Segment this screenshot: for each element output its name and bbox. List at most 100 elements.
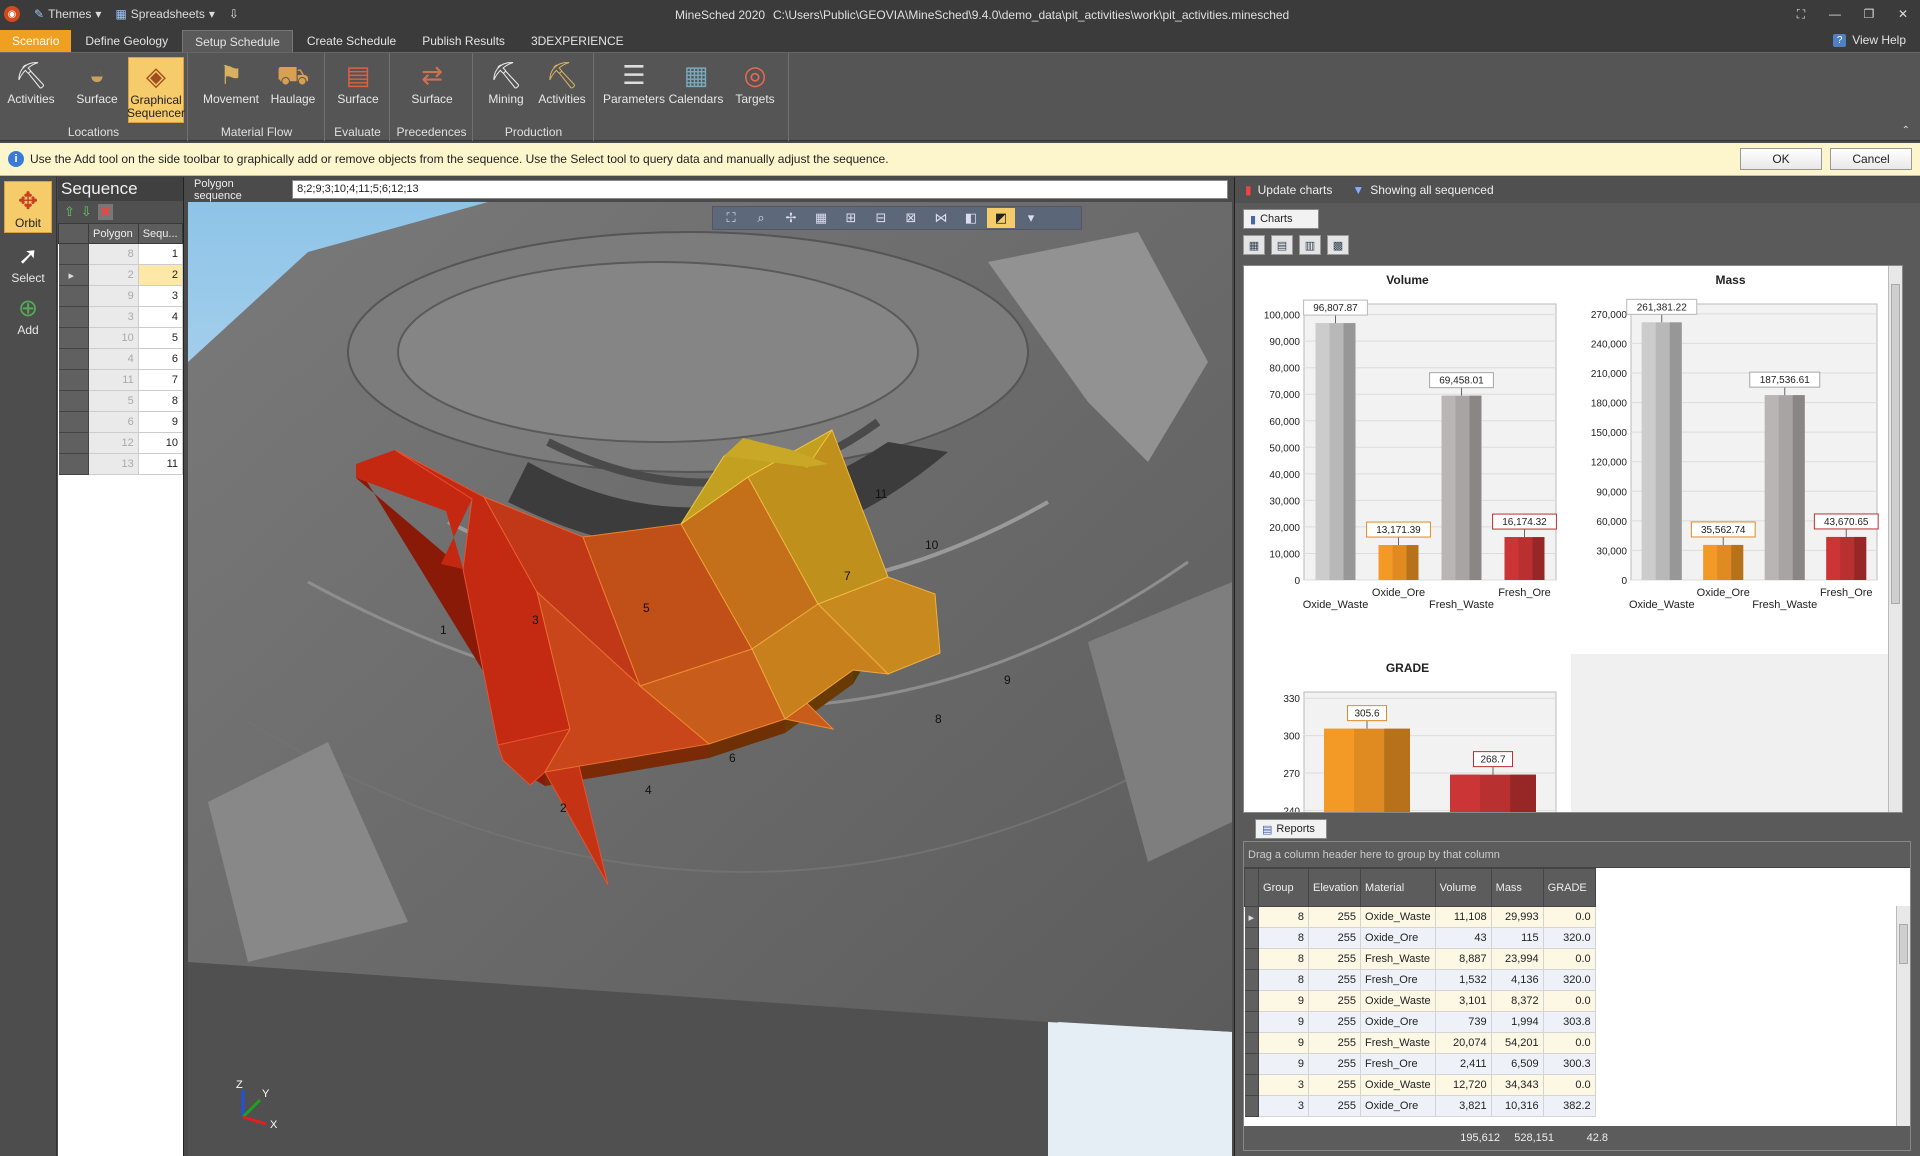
- report-cell-material[interactable]: Oxide_Ore: [1360, 1011, 1436, 1033]
- report-cell-elevation[interactable]: 255: [1308, 927, 1362, 949]
- report-cell-elevation[interactable]: 255: [1308, 948, 1362, 970]
- report-cell-volume[interactable]: 1,532: [1435, 969, 1492, 991]
- layout-grid-3-icon[interactable]: ▤: [1271, 235, 1293, 255]
- sequence-row[interactable]: 58: [58, 390, 184, 412]
- view-front-icon[interactable]: ⊟: [867, 208, 895, 228]
- report-row[interactable]: 9 255 Fresh_Waste 20,074 54,201 0.0: [1244, 1032, 1596, 1054]
- showing-filter-button[interactable]: ▼ Showing all sequenced: [1342, 183, 1503, 197]
- move-up-icon[interactable]: ⇧: [64, 204, 75, 220]
- view-side-icon[interactable]: ⊠: [897, 208, 925, 228]
- tab-3dexperience[interactable]: 3DEXPERIENCE: [519, 30, 636, 52]
- shaded-icon[interactable]: ◩: [987, 208, 1015, 228]
- row-selector[interactable]: [58, 327, 89, 349]
- report-row[interactable]: 8 255 Fresh_Ore 1,532 4,136 320.0: [1244, 969, 1596, 991]
- select-tool[interactable]: ➚ Select: [4, 235, 52, 287]
- section-icon[interactable]: ⋈: [927, 208, 955, 228]
- report-cell-elevation[interactable]: 255: [1308, 1011, 1362, 1033]
- sequence-row[interactable]: 11 7: [58, 369, 184, 391]
- sequence-cell[interactable]: 8: [138, 390, 184, 412]
- col-grade[interactable]: GRADE: [1542, 868, 1596, 907]
- report-row[interactable]: 8 255 Fresh_Waste 8,887 23,994 0.0: [1244, 948, 1596, 970]
- 3d-viewport[interactable]: 1 2 3 4 5 6 7 8 9 10 11 Z Y X ⛶ ⌕ ✢ ▦ ⊞ …: [188, 202, 1232, 1156]
- charts-scrollbar[interactable]: [1888, 266, 1902, 812]
- report-cell-volume[interactable]: 2,411: [1435, 1053, 1492, 1075]
- row-selector[interactable]: [1244, 927, 1260, 949]
- graphical-sequencer-button[interactable]: ◈ Graphical Sequencer: [127, 57, 185, 123]
- polygon-cell[interactable]: 5: [88, 390, 139, 412]
- row-selector[interactable]: ▸: [58, 264, 89, 286]
- report-cell-mass[interactable]: 10,316: [1491, 1095, 1544, 1117]
- targets-button[interactable]: ◎ Targets: [727, 57, 783, 123]
- sequence-row[interactable]: ▸ 2 2: [58, 264, 184, 286]
- polygon-sequence-input[interactable]: 8;2;9;3;10;4;11;5;6;12;13: [292, 180, 1228, 199]
- layers-icon[interactable]: ▦: [807, 208, 835, 228]
- tab-reports[interactable]: ▤ Reports: [1255, 819, 1327, 839]
- report-cell-grade[interactable]: 320.0: [1543, 927, 1596, 949]
- activities-button[interactable]: ⛏ Activities: [4, 57, 58, 123]
- tab-charts[interactable]: ▮ Charts: [1243, 209, 1319, 229]
- display-options-icon[interactable]: ▾: [1017, 208, 1045, 228]
- calendars-button[interactable]: ▦ Calendars: [667, 57, 725, 123]
- layout-grid-2x2-icon[interactable]: ▦: [1243, 235, 1265, 255]
- sequence-row[interactable]: 13 11: [58, 453, 184, 475]
- row-selector[interactable]: [1244, 1032, 1260, 1054]
- add-tool[interactable]: ⊕ Add: [4, 287, 52, 339]
- view-help-link[interactable]: ? View Help: [1833, 33, 1906, 47]
- report-cell-volume[interactable]: 11,108: [1435, 906, 1492, 928]
- report-cell-material[interactable]: Fresh_Ore: [1360, 969, 1436, 991]
- update-charts-button[interactable]: ▮ Update charts: [1235, 183, 1342, 197]
- report-cell-mass[interactable]: 29,993: [1491, 906, 1544, 928]
- row-selector[interactable]: [1244, 990, 1260, 1012]
- row-selector[interactable]: [58, 411, 89, 433]
- col-sequence[interactable]: Sequ...: [137, 223, 184, 244]
- report-cell-material[interactable]: Fresh_Ore: [1360, 1053, 1436, 1075]
- report-scroll-thumb[interactable]: [1899, 924, 1908, 964]
- report-cell-elevation[interactable]: 255: [1308, 1053, 1362, 1075]
- report-cell-volume[interactable]: 739: [1435, 1011, 1492, 1033]
- zoom-icon[interactable]: ⌕: [747, 208, 775, 228]
- report-cell-elevation[interactable]: 255: [1308, 1032, 1362, 1054]
- report-cell-mass[interactable]: 34,343: [1491, 1074, 1544, 1096]
- sequence-cell[interactable]: 6: [138, 348, 184, 370]
- tab-create-schedule[interactable]: Create Schedule: [295, 30, 408, 52]
- report-cell-volume[interactable]: 8,887: [1435, 948, 1492, 970]
- report-cell-volume[interactable]: 12,720: [1435, 1074, 1492, 1096]
- themes-menu[interactable]: ✎ Themes ▾: [34, 7, 101, 21]
- polygon-cell[interactable]: 12: [88, 432, 139, 454]
- report-cell-volume[interactable]: 3,101: [1435, 990, 1492, 1012]
- haulage-button[interactable]: ⛟ Haulage: [265, 57, 321, 123]
- report-cell-elevation[interactable]: 255: [1308, 906, 1362, 928]
- report-cell-material[interactable]: Oxide_Waste: [1360, 1074, 1436, 1096]
- row-selector[interactable]: [58, 285, 89, 307]
- col-volume[interactable]: Volume: [1434, 868, 1492, 907]
- fullscreen-icon[interactable]: ⛶: [1784, 0, 1818, 28]
- sequence-cell[interactable]: 7: [138, 369, 184, 391]
- row-selector[interactable]: [1244, 1011, 1260, 1033]
- col-material[interactable]: Material: [1360, 868, 1436, 907]
- report-row[interactable]: 9 255 Oxide_Ore 739 1,994 303.8: [1244, 1011, 1596, 1033]
- sequence-cell[interactable]: 1: [138, 243, 184, 265]
- report-cell-grade[interactable]: 0.0: [1543, 1074, 1596, 1096]
- polygon-cell[interactable]: 2: [88, 264, 139, 286]
- report-cell-grade[interactable]: 0.0: [1543, 990, 1596, 1012]
- sequence-cell[interactable]: 10: [138, 432, 184, 454]
- collapse-ribbon-icon[interactable]: ⌃: [1902, 125, 1910, 136]
- app-logo-icon[interactable]: ◉: [4, 6, 20, 22]
- report-row[interactable]: 3 255 Oxide_Waste 12,720 34,343 0.0: [1244, 1074, 1596, 1096]
- sequence-row[interactable]: 46: [58, 348, 184, 370]
- sequence-cell[interactable]: 5: [138, 327, 184, 349]
- report-cell-mass[interactable]: 54,201: [1491, 1032, 1544, 1054]
- zoom-extents-icon[interactable]: ⛶: [717, 208, 745, 228]
- report-cell-grade[interactable]: 300.3: [1543, 1053, 1596, 1075]
- sequence-cell[interactable]: 2: [138, 264, 184, 286]
- col-elevation[interactable]: Elevation: [1308, 868, 1362, 907]
- parameters-button[interactable]: ☰ Parameters: [603, 57, 665, 123]
- report-cell-mass[interactable]: 23,994: [1491, 948, 1544, 970]
- ok-button[interactable]: OK: [1740, 148, 1822, 170]
- report-cell-group[interactable]: 3: [1258, 1095, 1310, 1117]
- row-selector[interactable]: [58, 243, 89, 265]
- report-cell-mass[interactable]: 8,372: [1491, 990, 1544, 1012]
- report-cell-grade[interactable]: 320.0: [1543, 969, 1596, 991]
- sequence-cell[interactable]: 3: [138, 285, 184, 307]
- sequence-row[interactable]: 93: [58, 285, 184, 307]
